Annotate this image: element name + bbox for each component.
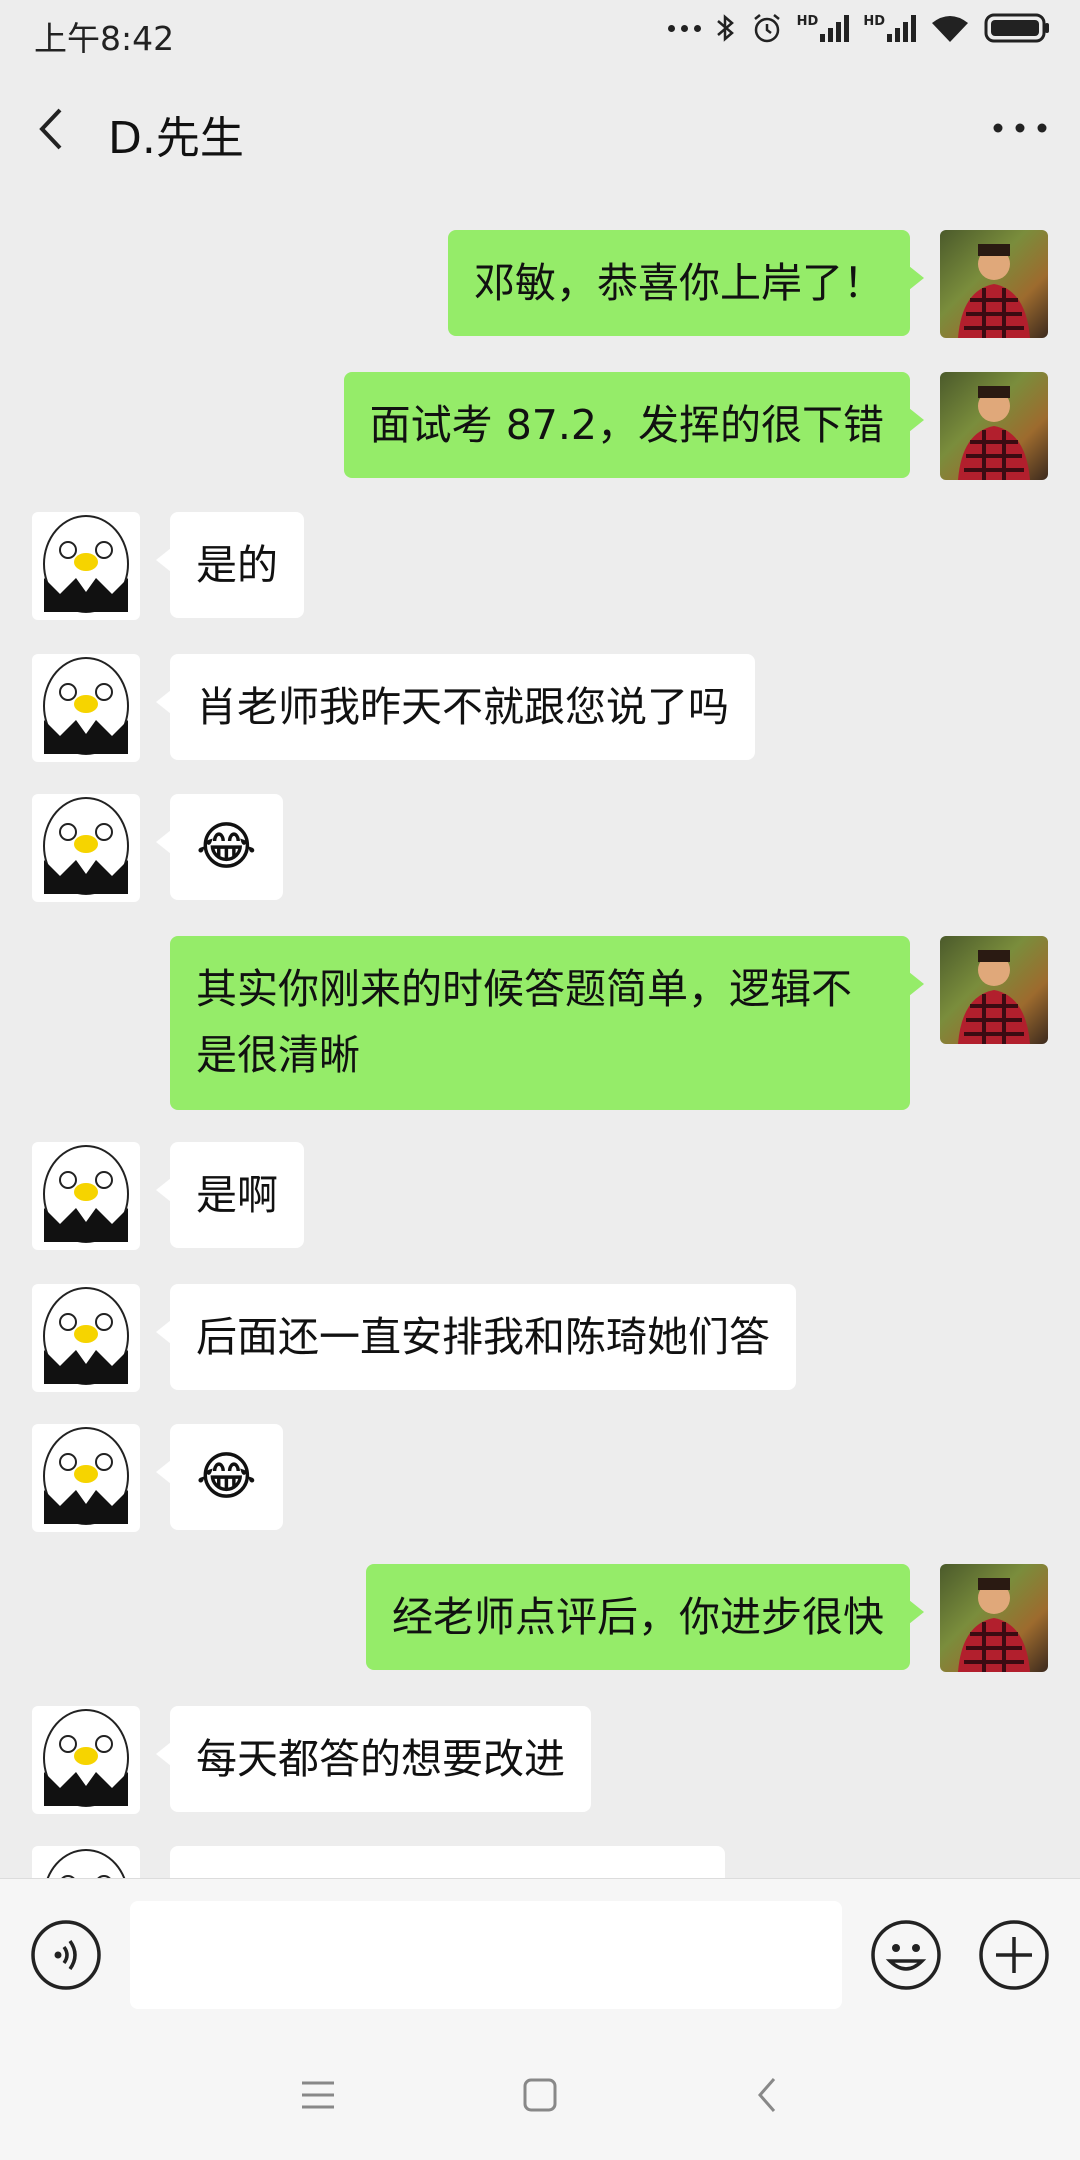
peer-avatar[interactable]	[32, 1424, 140, 1532]
tears-of-joy-emoji: 😂	[196, 1447, 257, 1507]
message-input-bar	[0, 1878, 1080, 2030]
message-input[interactable]	[130, 1901, 842, 2009]
peer-message-bubble[interactable]: 是的	[156, 512, 304, 618]
message-text: 肖老师我昨天不就跟您说了吗	[196, 683, 729, 731]
my-message-bubble[interactable]: 其实你刚来的时候答题简单，逻辑不是很清晰	[170, 936, 924, 1110]
message-text: 面试考 87.2，发挥的很下错	[369, 401, 884, 449]
peer-avatar[interactable]	[32, 1284, 140, 1392]
wifi-icon	[932, 16, 968, 42]
peer-message-bubble[interactable]: 是啊	[156, 1142, 304, 1248]
my-avatar[interactable]	[940, 372, 1048, 480]
menu-icon[interactable]	[298, 2075, 338, 2115]
peer-avatar[interactable]	[32, 512, 140, 620]
peer-message-bubble[interactable]: 😂	[156, 1424, 283, 1530]
home-icon[interactable]	[520, 2075, 560, 2115]
peer-avatar[interactable]	[32, 1846, 140, 1878]
my-message-bubble[interactable]: 经老师点评后，你进步很快	[366, 1564, 924, 1670]
bluetooth-icon	[716, 14, 734, 42]
battery-icon	[984, 13, 1049, 43]
more-dots-icon	[667, 24, 701, 32]
my-avatar[interactable]	[940, 936, 1048, 1044]
status-bar: 上午8:42 HD HD	[0, 0, 1080, 64]
message-text: 后面还一直安排我和陈琦她们答	[196, 1313, 770, 1361]
my-avatar[interactable]	[940, 1564, 1048, 1672]
smiley-icon[interactable]	[870, 1919, 942, 1991]
status-icons: HD HD	[667, 12, 1050, 44]
peer-message-bubble[interactable]: 😂	[156, 794, 283, 900]
message-text: 其实你刚来的时候答题简单，逻辑不是很清晰	[196, 965, 852, 1079]
hd-signal-icon: HD	[863, 14, 916, 42]
peer-avatar[interactable]	[32, 654, 140, 762]
alarm-icon	[753, 14, 780, 43]
peer-message-bubble[interactable]: 肖老师我昨天不就跟您说了吗	[156, 654, 755, 760]
message-text: 邓敏，恭喜你上岸了！	[474, 259, 884, 307]
hd-signal-icon: HD	[797, 14, 850, 42]
back-icon[interactable]	[748, 2075, 788, 2115]
peer-avatar[interactable]	[32, 1142, 140, 1250]
system-navigation-bar	[0, 2030, 1080, 2160]
peer-message-bubble[interactable]: 后面还一直安排我和陈琦她们答	[156, 1284, 796, 1390]
chevron-left-icon[interactable]	[30, 104, 76, 154]
voice-icon[interactable]	[30, 1919, 102, 1991]
my-message-bubble[interactable]: 面试考 87.2，发挥的很下错	[343, 372, 925, 478]
tears-of-joy-emoji: 😂	[196, 817, 257, 877]
more-horizontal-icon[interactable]	[990, 108, 1050, 148]
message-text: 经老师点评后，你进步很快	[392, 1593, 884, 1641]
plus-icon[interactable]	[978, 1919, 1050, 1991]
message-text: 是啊	[196, 1171, 278, 1219]
chat-header: D.先生	[0, 64, 1080, 194]
message-text: 是的	[196, 541, 278, 589]
chat-title: D.先生	[108, 113, 244, 164]
my-avatar[interactable]	[940, 230, 1048, 338]
peer-avatar[interactable]	[32, 794, 140, 902]
status-time: 上午8:42	[34, 19, 175, 58]
peer-avatar[interactable]	[32, 1706, 140, 1814]
chat-message-list[interactable]: 邓敏，恭喜你上岸了！ 面试考 87.2，发挥的很下错 是的 肖老师我昨天不就跟您…	[0, 194, 1080, 1878]
message-text: 每天都答的想要改进	[196, 1735, 565, 1783]
peer-message-bubble[interactable]: 每天都答的想要改进	[156, 1706, 591, 1812]
peer-message-bubble[interactable]	[170, 1846, 725, 1878]
my-message-bubble[interactable]: 邓敏，恭喜你上岸了！	[448, 230, 924, 336]
